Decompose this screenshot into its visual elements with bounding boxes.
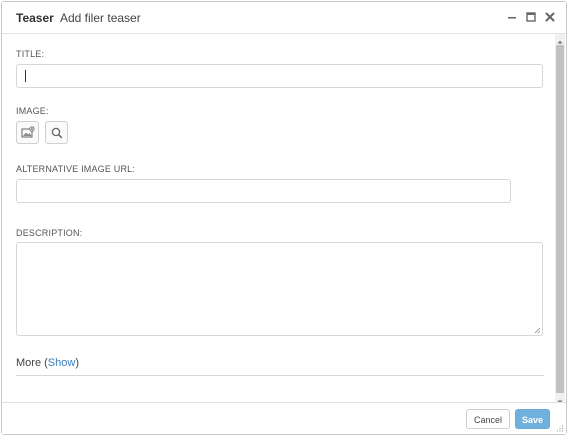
image-label: IMAGE: xyxy=(16,106,49,116)
search-image-button[interactable] xyxy=(45,121,68,144)
scroll-up-icon[interactable] xyxy=(555,34,565,44)
plugin-name: Teaser xyxy=(16,11,54,25)
dialog-title: Add filer teaser xyxy=(60,11,141,25)
dialog-body: TITLE: IMAGE: ALTERNATIVE IMAGE URL: DES… xyxy=(2,34,554,404)
search-icon xyxy=(51,127,63,139)
resize-handle-icon[interactable] xyxy=(534,327,541,334)
text-caret xyxy=(25,70,26,82)
description-textarea[interactable] xyxy=(16,242,543,336)
alt-image-url-input[interactable] xyxy=(16,179,511,203)
more-toggle: More (Show) xyxy=(16,357,79,369)
image-add-icon xyxy=(21,126,35,138)
show-more-link[interactable]: Show xyxy=(48,357,76,369)
maximize-icon[interactable] xyxy=(524,10,538,24)
scrollbar-thumb[interactable] xyxy=(556,45,564,393)
more-divider xyxy=(16,375,544,376)
cancel-button[interactable]: Cancel xyxy=(466,409,510,429)
more-prefix: More ( xyxy=(16,357,48,369)
vertical-scrollbar[interactable] xyxy=(555,34,565,404)
description-label: DESCRIPTION: xyxy=(16,228,83,238)
title-input[interactable] xyxy=(16,64,543,88)
save-button[interactable]: Save xyxy=(515,409,550,429)
minimize-icon[interactable] xyxy=(505,10,519,24)
choose-image-button[interactable] xyxy=(16,121,39,144)
teaser-dialog: Teaser Add filer teaser TITLE: IMAGE: AL… xyxy=(1,1,567,435)
dialog-titlebar[interactable]: Teaser Add filer teaser xyxy=(2,2,566,34)
title-label: TITLE: xyxy=(16,49,45,59)
dialog-resize-grip-icon[interactable] xyxy=(556,424,564,432)
more-suffix: ) xyxy=(75,357,79,369)
close-icon[interactable] xyxy=(543,10,557,24)
alt-image-url-label: ALTERNATIVE IMAGE URL: xyxy=(16,164,136,174)
dialog-footer: Cancel Save xyxy=(2,402,566,434)
